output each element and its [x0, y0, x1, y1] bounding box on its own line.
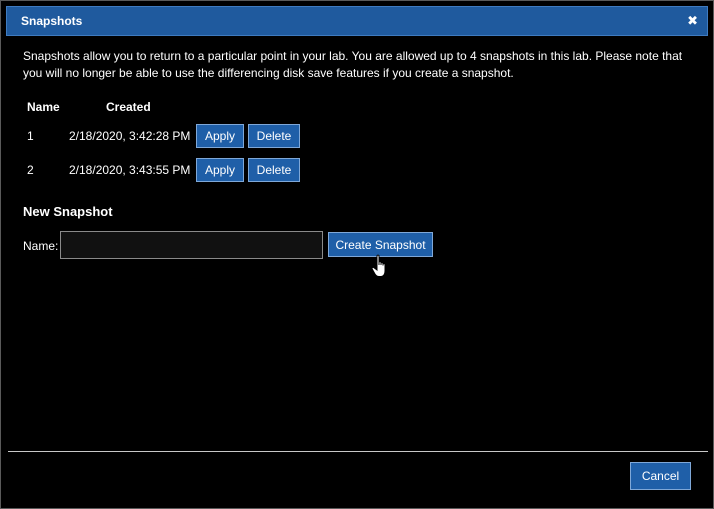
column-header-created: Created	[106, 100, 151, 114]
snapshot-row-name: 2	[27, 163, 34, 177]
snapshot-name-input[interactable]	[60, 231, 323, 259]
new-snapshot-heading: New Snapshot	[23, 204, 113, 219]
snapshot-row-created: 2/18/2020, 3:42:28 PM	[69, 129, 191, 143]
snapshot-row-created: 2/18/2020, 3:43:55 PM	[69, 163, 191, 177]
footer-divider	[8, 451, 708, 452]
cancel-button[interactable]: Cancel	[630, 462, 691, 490]
snapshot-row-name: 1	[27, 129, 34, 143]
snapshots-dialog: Snapshots ✖ Snapshots allow you to retur…	[0, 0, 714, 509]
close-icon[interactable]: ✖	[687, 12, 698, 30]
dialog-description: Snapshots allow you to return to a parti…	[23, 49, 683, 80]
hand-pointer-icon	[371, 254, 386, 277]
apply-snapshot-1-button[interactable]: Apply	[196, 124, 244, 148]
apply-snapshot-2-button[interactable]: Apply	[196, 158, 244, 182]
dialog-title-bar: Snapshots ✖	[6, 6, 708, 36]
delete-snapshot-1-button[interactable]: Delete	[248, 124, 300, 148]
dialog-title: Snapshots	[21, 14, 83, 28]
column-header-name: Name	[27, 100, 60, 114]
snapshot-name-label: Name:	[23, 239, 59, 253]
delete-snapshot-2-button[interactable]: Delete	[248, 158, 300, 182]
